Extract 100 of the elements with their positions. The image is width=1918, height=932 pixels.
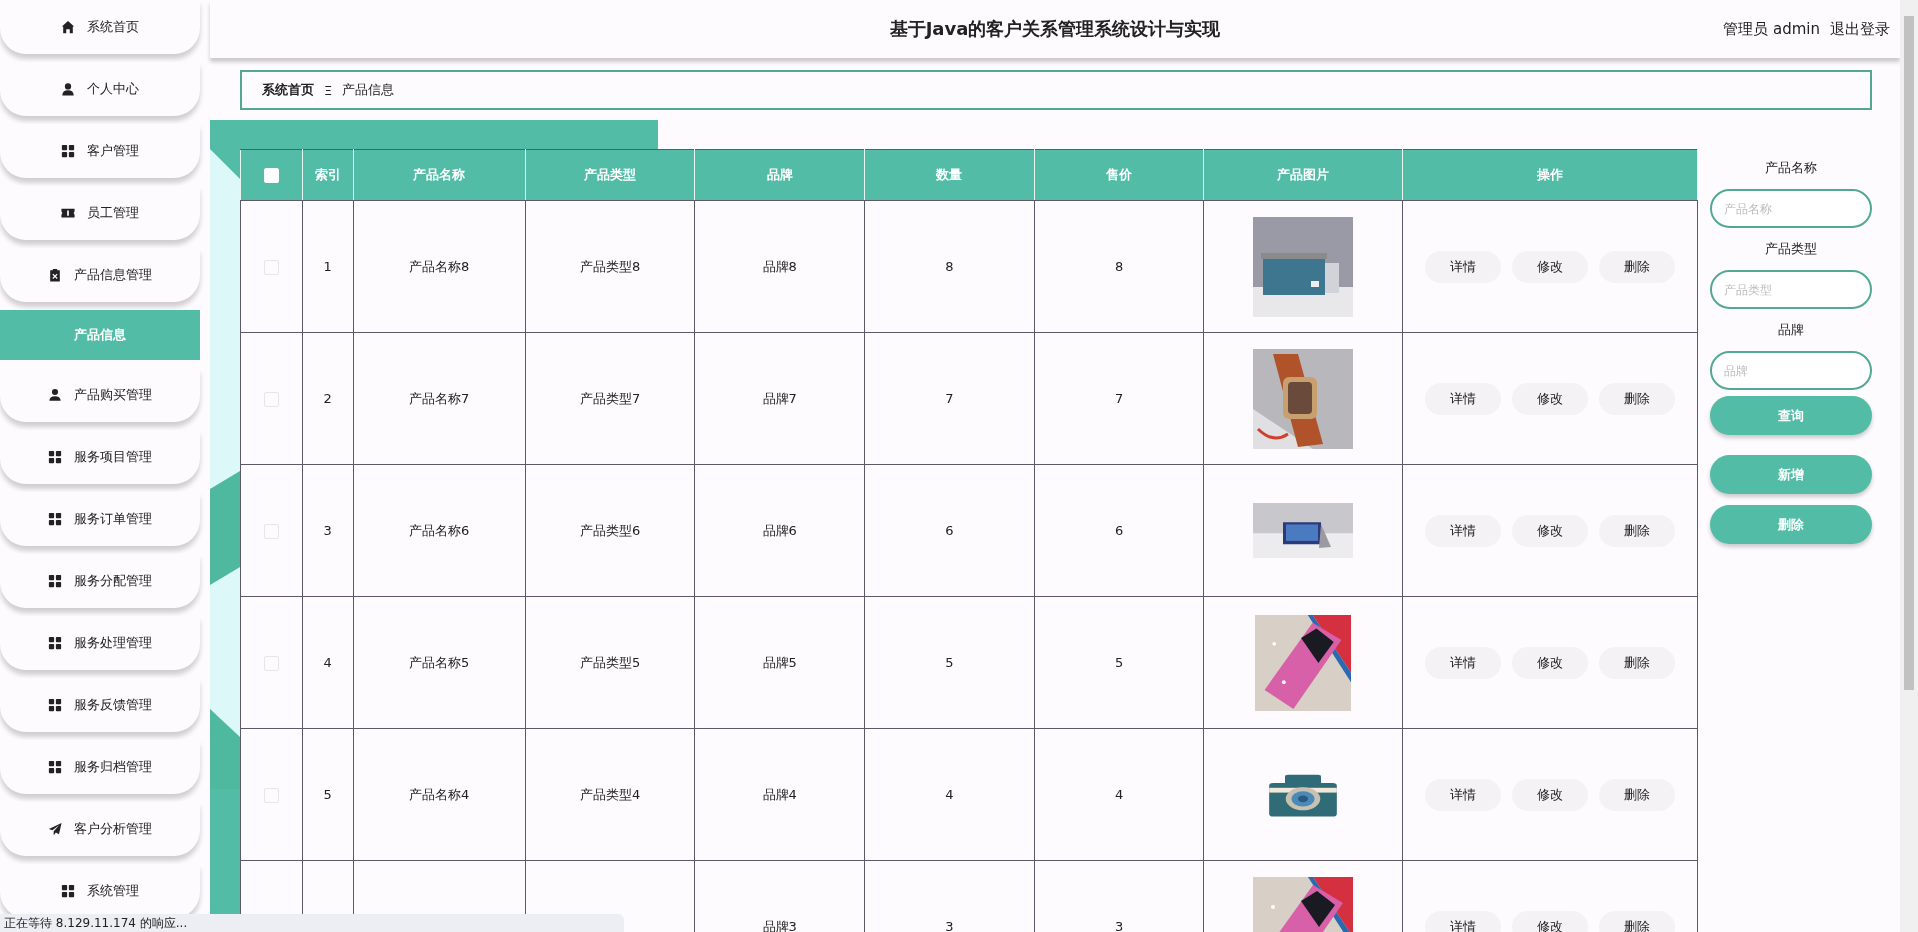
- brand-cell: 品牌3: [762, 918, 797, 932]
- price-cell: 5: [1114, 655, 1124, 670]
- action-button[interactable]: 详情: [1424, 778, 1501, 811]
- action-button[interactable]: 详情: [1424, 382, 1501, 415]
- sidebar-item[interactable]: 服务分配管理: [0, 554, 200, 608]
- column-header: 索引: [302, 149, 354, 201]
- action-button[interactable]: 详情: [1424, 646, 1501, 679]
- name-cell: 产品名称8: [409, 258, 470, 274]
- grid-icon: [61, 144, 75, 158]
- brand-cell: 品牌6: [762, 522, 797, 538]
- brand-cell: 品牌7: [762, 390, 797, 406]
- quantity-cell: 7: [945, 391, 954, 406]
- type-cell: 产品类型4: [579, 786, 641, 802]
- name-cell: 产品名称5: [409, 654, 470, 670]
- type-cell: 产品类型5: [579, 654, 641, 670]
- grid-icon: [48, 636, 62, 650]
- brand-cell: 品牌8: [762, 258, 797, 274]
- user-icon: [61, 82, 75, 96]
- quantity-cell: 3: [945, 919, 954, 932]
- price-cell: 6: [1114, 523, 1124, 538]
- action-button[interactable]: 详情: [1424, 250, 1501, 283]
- action-button[interactable]: 详情: [1424, 514, 1501, 547]
- sidebar-item[interactable]: 系统首页: [0, 0, 200, 54]
- select-all-checkbox[interactable]: [263, 168, 279, 183]
- sidebar-item[interactable]: 员工管理: [0, 186, 200, 240]
- name-cell: 产品名称7: [409, 390, 470, 406]
- column-header: 数量: [864, 149, 1035, 201]
- name-cell: 产品名称4: [409, 786, 470, 802]
- grid-icon: [48, 698, 62, 712]
- type-cell: 产品类型6: [579, 522, 641, 538]
- sidebar-item[interactable]: 个人中心: [0, 62, 200, 116]
- search-field[interactable]: 品牌: [1710, 351, 1872, 390]
- action-button[interactable]: 删除: [1598, 382, 1675, 415]
- sidebar-item[interactable]: 服务项目管理: [0, 430, 200, 484]
- search-field[interactable]: 产品类型: [1710, 270, 1872, 309]
- brand-cell: 品牌5: [762, 654, 797, 670]
- quantity-cell: 4: [945, 787, 954, 802]
- sidebar-item[interactable]: 客户分析管理: [0, 802, 200, 856]
- grid-icon: [48, 512, 62, 526]
- action-button[interactable]: 修改: [1511, 646, 1588, 679]
- action-button[interactable]: 删除: [1598, 646, 1675, 679]
- breadcrumb-link[interactable]: 系统首页: [262, 81, 314, 99]
- index-cell: 4: [323, 655, 332, 670]
- name-cell: 产品名称6: [409, 522, 470, 538]
- index-cell: 1: [323, 259, 332, 274]
- search-field[interactable]: 产品名称: [1710, 189, 1872, 228]
- home-icon: [61, 20, 75, 34]
- brand-cell: 品牌4: [762, 786, 797, 802]
- sidebar-item[interactable]: 服务处理管理: [0, 616, 200, 670]
- type-cell: 产品类型7: [579, 390, 641, 406]
- action-button[interactable]: 删除: [1598, 910, 1675, 932]
- user-label: 管理员 admin: [1723, 20, 1820, 39]
- action-button[interactable]: 修改: [1511, 778, 1588, 811]
- sidebar-item[interactable]: 产品购买管理: [0, 368, 200, 422]
- action-button[interactable]: 删除: [1598, 778, 1675, 811]
- sidebar-item[interactable]: 产品信息管理: [0, 248, 200, 302]
- ticket-icon: [61, 206, 75, 220]
- index-cell: 5: [323, 787, 332, 802]
- breadcrumb-current: 产品信息: [342, 81, 395, 99]
- column-header: 产品名称: [353, 149, 526, 201]
- action-button[interactable]: 修改: [1511, 910, 1588, 932]
- action-button[interactable]: 详情: [1424, 910, 1501, 932]
- action-button[interactable]: 修改: [1511, 250, 1588, 283]
- price-cell: 3: [1114, 919, 1124, 932]
- quantity-cell: 5: [945, 655, 954, 670]
- column-header: 操作: [1402, 149, 1698, 201]
- price-cell: 4: [1114, 787, 1124, 802]
- clipboard-icon: [48, 268, 62, 282]
- column-header: 产品图片: [1203, 149, 1402, 201]
- action-button[interactable]: 删除: [1598, 250, 1675, 283]
- action-button[interactable]: 修改: [1511, 382, 1588, 415]
- grid-icon: [48, 450, 62, 464]
- field-label: 产品类型: [1764, 240, 1818, 258]
- field-label: 品牌: [1777, 321, 1805, 339]
- column-header: 售价: [1034, 149, 1204, 201]
- index-cell: 2: [323, 391, 332, 406]
- status-bar: 正在等待 8.129.11.174 的响应...: [0, 914, 624, 932]
- grid-icon: [61, 884, 75, 898]
- logout-link[interactable]: 退出登录: [1830, 20, 1890, 39]
- quantity-cell: 8: [945, 259, 954, 274]
- sidebar-item[interactable]: 服务归档管理: [0, 740, 200, 794]
- action-button[interactable]: 删除: [1598, 514, 1675, 547]
- field-label: 产品名称: [1764, 159, 1818, 177]
- breadcrumb-separator: Ξ: [324, 82, 333, 98]
- type-cell: 产品类型8: [579, 258, 641, 274]
- price-cell: 7: [1114, 391, 1124, 406]
- person-icon: [48, 388, 62, 402]
- column-header: 品牌: [694, 149, 865, 201]
- sidebar-item[interactable]: 客户管理: [0, 124, 200, 178]
- price-cell: 8: [1114, 259, 1124, 274]
- grid-icon: [48, 574, 62, 588]
- grid-icon: [48, 760, 62, 774]
- sidebar-item[interactable]: 服务反馈管理: [0, 678, 200, 732]
- quantity-cell: 6: [945, 523, 954, 538]
- scrollbar[interactable]: [1900, 0, 1918, 932]
- send-icon: [48, 822, 62, 836]
- page-title: 基于Java的客户关系管理系统设计与实现: [889, 17, 1221, 41]
- action-button[interactable]: 修改: [1511, 514, 1588, 547]
- sidebar-item[interactable]: 服务订单管理: [0, 492, 200, 546]
- index-cell: 3: [323, 523, 332, 538]
